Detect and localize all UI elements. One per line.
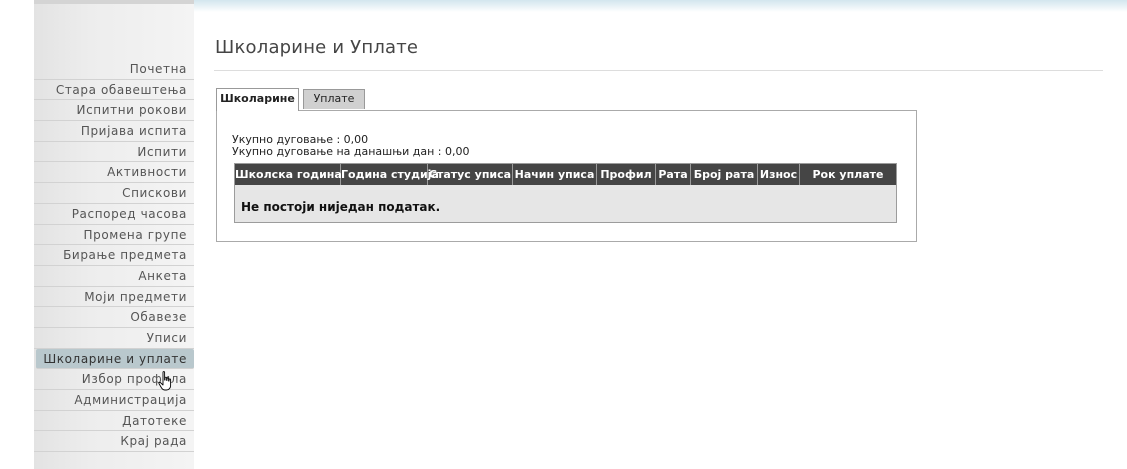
- tab-payments[interactable]: Уплате: [303, 89, 365, 109]
- column-header-study-year[interactable]: Година студија: [341, 164, 439, 185]
- tuition-panel: Укупно дуговање : 0,00 Укупно дуговање н…: [216, 110, 917, 242]
- sidebar-item-activities[interactable]: Активности: [34, 162, 194, 184]
- page-title: Школарине и Уплате: [215, 37, 419, 58]
- sidebar-item-tuition-payments[interactable]: Школарине и уплате: [36, 348, 194, 370]
- tab-tuition[interactable]: Школарине: [216, 88, 299, 111]
- sidebar-item-schedule[interactable]: Распоред часова: [34, 204, 194, 225]
- hand-cursor-icon: [158, 371, 172, 391]
- sidebar-item-home[interactable]: Почетна: [34, 59, 194, 80]
- sidebar-item-logout[interactable]: Крај рада: [34, 431, 194, 453]
- column-header-enrollment-type[interactable]: Начин уписа: [513, 164, 597, 185]
- sidebar-item-change-group[interactable]: Промена групе: [34, 225, 194, 246]
- sidebar-item-choose-courses[interactable]: Бирање предмета: [34, 245, 194, 266]
- sidebar-item-lists[interactable]: Спискови: [34, 183, 194, 204]
- debt-today-text: Укупно дуговање на данашњи дан : 0,00: [232, 145, 470, 158]
- column-header-installment[interactable]: Рата: [656, 164, 691, 185]
- top-header-strip: [193, 0, 1127, 12]
- tuition-table: Школска година Година студија Статус упи…: [234, 163, 897, 223]
- sidebar-item-my-courses[interactable]: Моји предмети: [34, 287, 194, 308]
- sidebar-item-enrollments[interactable]: Уписи: [34, 328, 194, 349]
- table-header-row: Школска година Година студија Статус упи…: [235, 164, 896, 185]
- sidebar-item-obligations[interactable]: Обавезе: [34, 307, 194, 328]
- sidebar-item-exams[interactable]: Испити: [34, 142, 194, 163]
- sidebar-item-exam-registration[interactable]: Пријава испита: [34, 121, 194, 142]
- title-divider: [214, 70, 1103, 71]
- column-header-due-date[interactable]: Рок уплате: [800, 164, 896, 185]
- column-header-enrollment-status[interactable]: Статус уписа: [428, 164, 513, 185]
- sidebar-item-files[interactable]: Датотеке: [34, 411, 194, 432]
- column-header-school-year[interactable]: Школска година: [235, 164, 342, 185]
- empty-table-message: Не постоји ниједан податак.: [241, 200, 441, 214]
- sidebar-menu: Почетна Стара обавештења Испитни рокови …: [34, 59, 194, 453]
- sidebar-nav: Почетна Стара обавештења Испитни рокови …: [34, 0, 194, 469]
- sidebar-item-old-notices[interactable]: Стара обавештења: [34, 80, 194, 101]
- sidebar-item-exam-periods[interactable]: Испитни рокови: [34, 100, 194, 122]
- column-header-profile[interactable]: Профил: [597, 164, 656, 185]
- sidebar-item-administration[interactable]: Администрација: [34, 390, 194, 411]
- column-header-amount[interactable]: Износ: [758, 164, 800, 185]
- column-header-installment-count[interactable]: Број рата: [691, 164, 758, 185]
- sidebar-item-survey[interactable]: Анкета: [34, 266, 194, 287]
- sidebar-top-border: [34, 0, 194, 4]
